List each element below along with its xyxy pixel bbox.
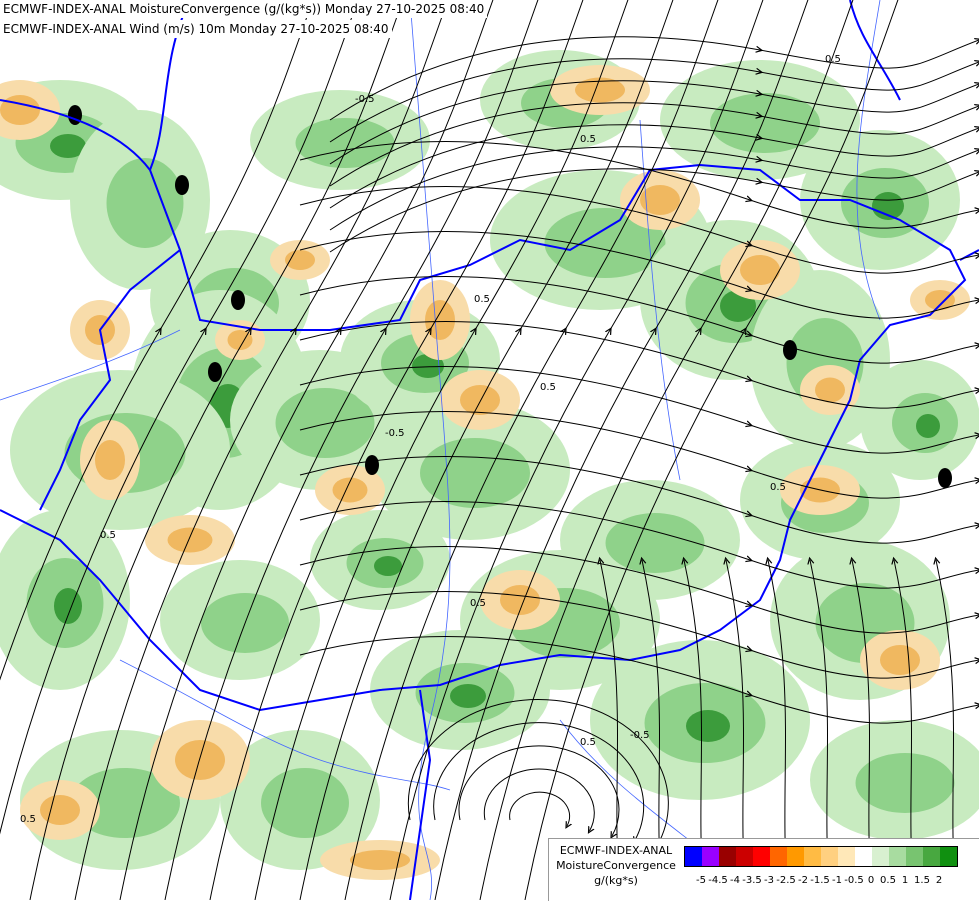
divergence-area — [95, 440, 125, 480]
contour-label: 0.5 — [474, 294, 490, 305]
divergence-area — [0, 95, 40, 125]
colorbar-swatch — [821, 847, 838, 866]
convergence-area — [295, 118, 395, 168]
colorbar-swatch — [906, 847, 923, 866]
colorbar-tick-label: 0.5 — [880, 875, 896, 886]
legend-unit: g/(kg*s) — [594, 874, 638, 887]
strong-convergence-spot — [231, 290, 245, 310]
colorbar-swatch — [872, 847, 889, 866]
contour-label: 0.5 — [540, 382, 556, 393]
colorbar-tick-label: -4.5 — [708, 875, 728, 886]
map-title-wind: ECMWF-INDEX-ANAL Wind (m/s) 10m Monday 2… — [0, 20, 392, 38]
contour-label: 0.5 — [825, 54, 841, 65]
convergence-area — [420, 438, 530, 508]
convergence-area — [106, 158, 184, 248]
colorbar-tick-label: -4 — [730, 875, 740, 886]
convergence-core — [54, 588, 82, 624]
convergence-core — [450, 684, 486, 708]
colorbar-swatch — [685, 847, 702, 866]
contour-label: 0.5 — [580, 737, 596, 748]
strong-convergence-spot — [175, 175, 189, 195]
divergence-area — [350, 850, 410, 870]
colorbar-tick-label: 1.5 — [914, 875, 930, 886]
colorbar-tick-label: -0.5 — [844, 875, 864, 886]
colorbar-swatch — [940, 847, 957, 866]
convergence-area — [855, 753, 955, 813]
divergence-area — [285, 250, 315, 270]
contour-label: -0.5 — [630, 730, 650, 741]
colorbar-swatch — [770, 847, 787, 866]
contour-label: -0.5 — [385, 428, 405, 439]
strong-convergence-spot — [938, 468, 952, 488]
divergence-area — [880, 645, 920, 675]
map-canvas[interactable]: 0.5 -0.5 0.5 0.5 -0.5 0.5 0.5 0.5 0.5 -0.5 0.5 0.5 — [0, 0, 979, 900]
strong-convergence-spot — [365, 455, 379, 475]
contour-label: -0.5 — [355, 94, 375, 105]
colorbar-tick-label: -1 — [832, 875, 842, 886]
convergence-area — [605, 513, 705, 573]
convergence-core — [686, 710, 730, 742]
colorbar-swatch — [702, 847, 719, 866]
legend-variable: MoistureConvergence — [556, 859, 676, 872]
contour-label: 0.5 — [20, 814, 36, 825]
contour-label: 0.5 — [100, 530, 116, 541]
colorbar-tick-label: -3.5 — [742, 875, 762, 886]
legend-label: ECMWF-INDEX-ANAL MoistureConvergence g/(… — [551, 843, 681, 888]
strong-convergence-spot — [208, 362, 222, 382]
colorbar-swatch — [923, 847, 940, 866]
colorbar-tick-label: 2 — [935, 875, 943, 886]
legend-model: ECMWF-INDEX-ANAL — [559, 844, 673, 857]
colorbar-swatch — [838, 847, 855, 866]
colorbar-tick-label: 1 — [901, 875, 909, 886]
colorbar-tick-label: -1.5 — [810, 875, 830, 886]
divergence-area — [425, 300, 455, 340]
colorbar-tick-label: -2.5 — [776, 875, 796, 886]
convergence-core — [374, 556, 402, 576]
colorbar-tick-label: -5 — [696, 875, 706, 886]
map-title-moisture: ECMWF-INDEX-ANAL MoistureConvergence (g/… — [0, 0, 488, 18]
divergence-area — [175, 740, 225, 780]
contour-label: 0.5 — [470, 598, 486, 609]
colorbar-ticks: -5 -4.5 -4 -3.5 -3 -2.5 -2 -1.5 -1 -0.5 0 0.5 1 1.5 2 — [684, 875, 979, 889]
convergence-core — [916, 414, 940, 438]
colorbar-swatch — [753, 847, 770, 866]
divergence-area — [167, 527, 213, 553]
colorbar-swatches — [684, 846, 958, 867]
divergence-area — [460, 385, 500, 415]
colorbar-swatch — [787, 847, 804, 866]
contour-label: 0.5 — [580, 134, 596, 145]
colorbar-swatch — [736, 847, 753, 866]
colorbar-swatch — [889, 847, 906, 866]
colorbar-swatch — [804, 847, 821, 866]
colorbar-tick-label: -3 — [764, 875, 774, 886]
colorbar-tick-label: 0 — [867, 875, 875, 886]
colorbar-swatch — [855, 847, 872, 866]
colorbar-legend: ECMWF-INDEX-ANAL MoistureConvergence g/(… — [548, 838, 979, 901]
convergence-area — [261, 768, 349, 838]
strong-convergence-spot — [783, 340, 797, 360]
colorbar-tick-label: -2 — [798, 875, 808, 886]
contour-label: 0.5 — [770, 482, 786, 493]
divergence-area — [40, 795, 80, 825]
divergence-area — [815, 377, 845, 403]
colorbar-swatch — [719, 847, 736, 866]
